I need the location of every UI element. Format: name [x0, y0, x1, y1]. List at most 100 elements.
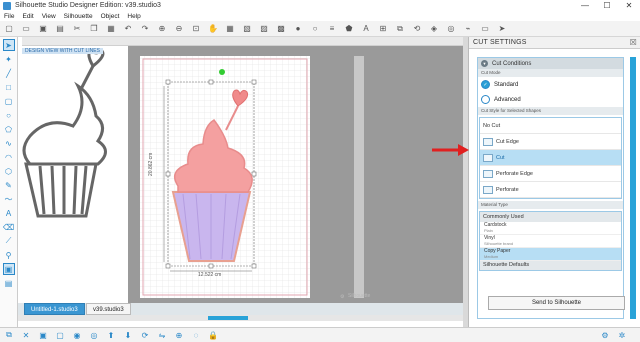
style-no-cut[interactable]: No Cut	[480, 118, 621, 134]
radio-unchecked-icon[interactable]	[481, 95, 490, 104]
undo-icon[interactable]: ↶	[123, 24, 133, 34]
line-style-icon[interactable]: ≡	[327, 24, 337, 34]
replicate-icon[interactable]: ⧉	[395, 24, 405, 34]
rounded-rect-icon[interactable]: ▢	[3, 95, 15, 107]
tab-untitled[interactable]: Untitled-1.studio3	[24, 303, 85, 315]
menu-file[interactable]: File	[4, 13, 14, 20]
menu-object[interactable]: Object	[101, 13, 120, 20]
style-cut-label: Cut	[496, 154, 505, 161]
line-tool-icon[interactable]: ╱	[3, 67, 15, 79]
ungroup-bottom-icon[interactable]: ▢	[55, 330, 65, 340]
flip-icon[interactable]: ⇋	[157, 330, 167, 340]
style-perforate[interactable]: Perforate	[480, 182, 621, 198]
maximize-button[interactable]: ☐	[596, 0, 618, 11]
open-icon[interactable]: ▭	[21, 24, 31, 34]
mode-advanced-option[interactable]: Advanced	[478, 92, 623, 107]
fit-page-icon[interactable]: ⊡	[191, 24, 201, 34]
rectangle-tool-icon[interactable]: □	[3, 81, 15, 93]
group-icon[interactable]: ▨	[259, 24, 269, 34]
material-vinyl[interactable]: Vinyl Silhouette brand	[480, 235, 621, 248]
settings-gear-icon[interactable]: ⚙	[600, 330, 610, 340]
line-color-icon[interactable]: ○	[310, 24, 320, 34]
minimize-button[interactable]: —	[574, 0, 596, 11]
mode-standard-option[interactable]: ✓ Standard	[478, 77, 623, 92]
send-icon[interactable]: ➤	[497, 24, 507, 34]
shape-icon[interactable]: ⬟	[344, 24, 354, 34]
edit-points-icon[interactable]: ✦	[3, 53, 15, 65]
material-copy-paper[interactable]: Copy Paper Medium	[480, 248, 621, 261]
style-perforate-edge[interactable]: Perforate Edge	[480, 166, 621, 182]
redo-icon[interactable]: ↷	[140, 24, 150, 34]
style-cut-edge[interactable]: Cut Edge	[480, 134, 621, 150]
weld-icon[interactable]: ⊕	[174, 330, 184, 340]
pan-hand-icon[interactable]: ✋	[208, 24, 218, 34]
style-cut[interactable]: Cut	[480, 150, 621, 166]
library-icon[interactable]: ▣	[2, 263, 15, 275]
panel-close-icon[interactable]: ☒	[630, 38, 637, 47]
radio-checked-icon[interactable]: ✓	[481, 80, 490, 89]
regular-polygon-icon[interactable]: ⬡	[3, 165, 15, 177]
paste-icon[interactable]: ▦	[106, 24, 116, 34]
curve-tool-icon[interactable]: ∿	[3, 137, 15, 149]
new-document-icon[interactable]: ▢	[4, 24, 14, 34]
page-setup-icon[interactable]: ▭	[480, 24, 490, 34]
ellipse-tool-icon[interactable]: ○	[3, 109, 15, 121]
arc-tool-icon[interactable]: ◠	[3, 151, 15, 163]
send-to-silhouette-button[interactable]: Send to Silhouette	[488, 296, 625, 310]
material-list[interactable]: Commonly Used Cardstock Plain Vinyl Silh…	[479, 211, 622, 271]
offset-bottom-icon[interactable]: ◌	[191, 330, 201, 340]
zoom-out-icon[interactable]: ⊖	[174, 24, 184, 34]
select-tool-icon[interactable]: ➤	[2, 39, 15, 51]
align-icon[interactable]: ⊞	[378, 24, 388, 34]
transform-icon[interactable]: ⟲	[412, 24, 422, 34]
close-button[interactable]: ✕	[618, 0, 640, 11]
rotate-handle[interactable]	[219, 69, 225, 75]
store-icon[interactable]: ▤	[3, 277, 15, 289]
cut-conditions-header[interactable]: ▼ Cut Conditions	[478, 58, 623, 69]
delete-icon[interactable]: ✕	[21, 330, 31, 340]
lock-icon[interactable]: 🔒	[208, 330, 218, 340]
ungroup-icon[interactable]: ▩	[276, 24, 286, 34]
collapse-chevron-icon[interactable]: ▼	[481, 60, 488, 67]
freehand-icon[interactable]: ✎	[3, 179, 15, 191]
cut-scissors-icon[interactable]: ✂	[72, 24, 82, 34]
offset-icon[interactable]: ◎	[446, 24, 456, 34]
make-compound-icon[interactable]: ◉	[72, 330, 82, 340]
menu-view[interactable]: View	[42, 13, 56, 20]
save-icon[interactable]: ▣	[38, 24, 48, 34]
grid-icon[interactable]: ▦	[225, 24, 235, 34]
menu-edit[interactable]: Edit	[22, 13, 33, 20]
knife-icon[interactable]: ⟋	[3, 235, 15, 247]
duplicate-icon[interactable]: ⧉	[4, 330, 14, 340]
preferences-icon[interactable]: ✲	[617, 330, 627, 340]
text-style-icon[interactable]: A	[361, 24, 371, 34]
tab-v39[interactable]: v39.studio3	[86, 303, 131, 315]
material-sub: Silhouette brand	[484, 241, 514, 246]
trace-icon[interactable]: ⌁	[463, 24, 473, 34]
copy-icon[interactable]: ❐	[89, 24, 99, 34]
material-cardstock[interactable]: Cardstock Plain	[480, 222, 621, 235]
group-bottom-icon[interactable]: ▣	[38, 330, 48, 340]
rotate-icon[interactable]: ⟳	[140, 330, 150, 340]
panel-content: ▼ Cut Conditions Cut Mode ✓ Standard Adv…	[477, 57, 625, 319]
eraser-icon[interactable]: ⌫	[3, 221, 15, 233]
menu-help[interactable]: Help	[127, 13, 140, 20]
eyedropper-icon[interactable]: ⚲	[3, 249, 15, 261]
menu-silhouette[interactable]: Silhouette	[64, 13, 93, 20]
select-all-icon[interactable]: ▧	[242, 24, 252, 34]
design-canvas[interactable]: ⚙ Silhouette 20.862 cm 12.522 cm	[18, 46, 463, 306]
panel-scrollbar[interactable]	[630, 57, 636, 319]
print-icon[interactable]: ▤	[55, 24, 65, 34]
text-tool-icon[interactable]: A	[3, 207, 15, 219]
modify-icon[interactable]: ◈	[429, 24, 439, 34]
zoom-in-icon[interactable]: ⊕	[157, 24, 167, 34]
bring-forward-icon[interactable]: ⬆	[106, 330, 116, 340]
red-arrow-icon	[432, 144, 469, 156]
fill-color-icon[interactable]: ●	[293, 24, 303, 34]
scroll-thumb[interactable]	[208, 316, 248, 320]
smooth-freehand-icon[interactable]: 〜	[3, 193, 15, 205]
send-backward-icon[interactable]: ⬇	[123, 330, 133, 340]
horizontal-scrollbar[interactable]	[18, 315, 463, 321]
polygon-tool-icon[interactable]: ⬠	[3, 123, 15, 135]
release-compound-icon[interactable]: ◎	[89, 330, 99, 340]
